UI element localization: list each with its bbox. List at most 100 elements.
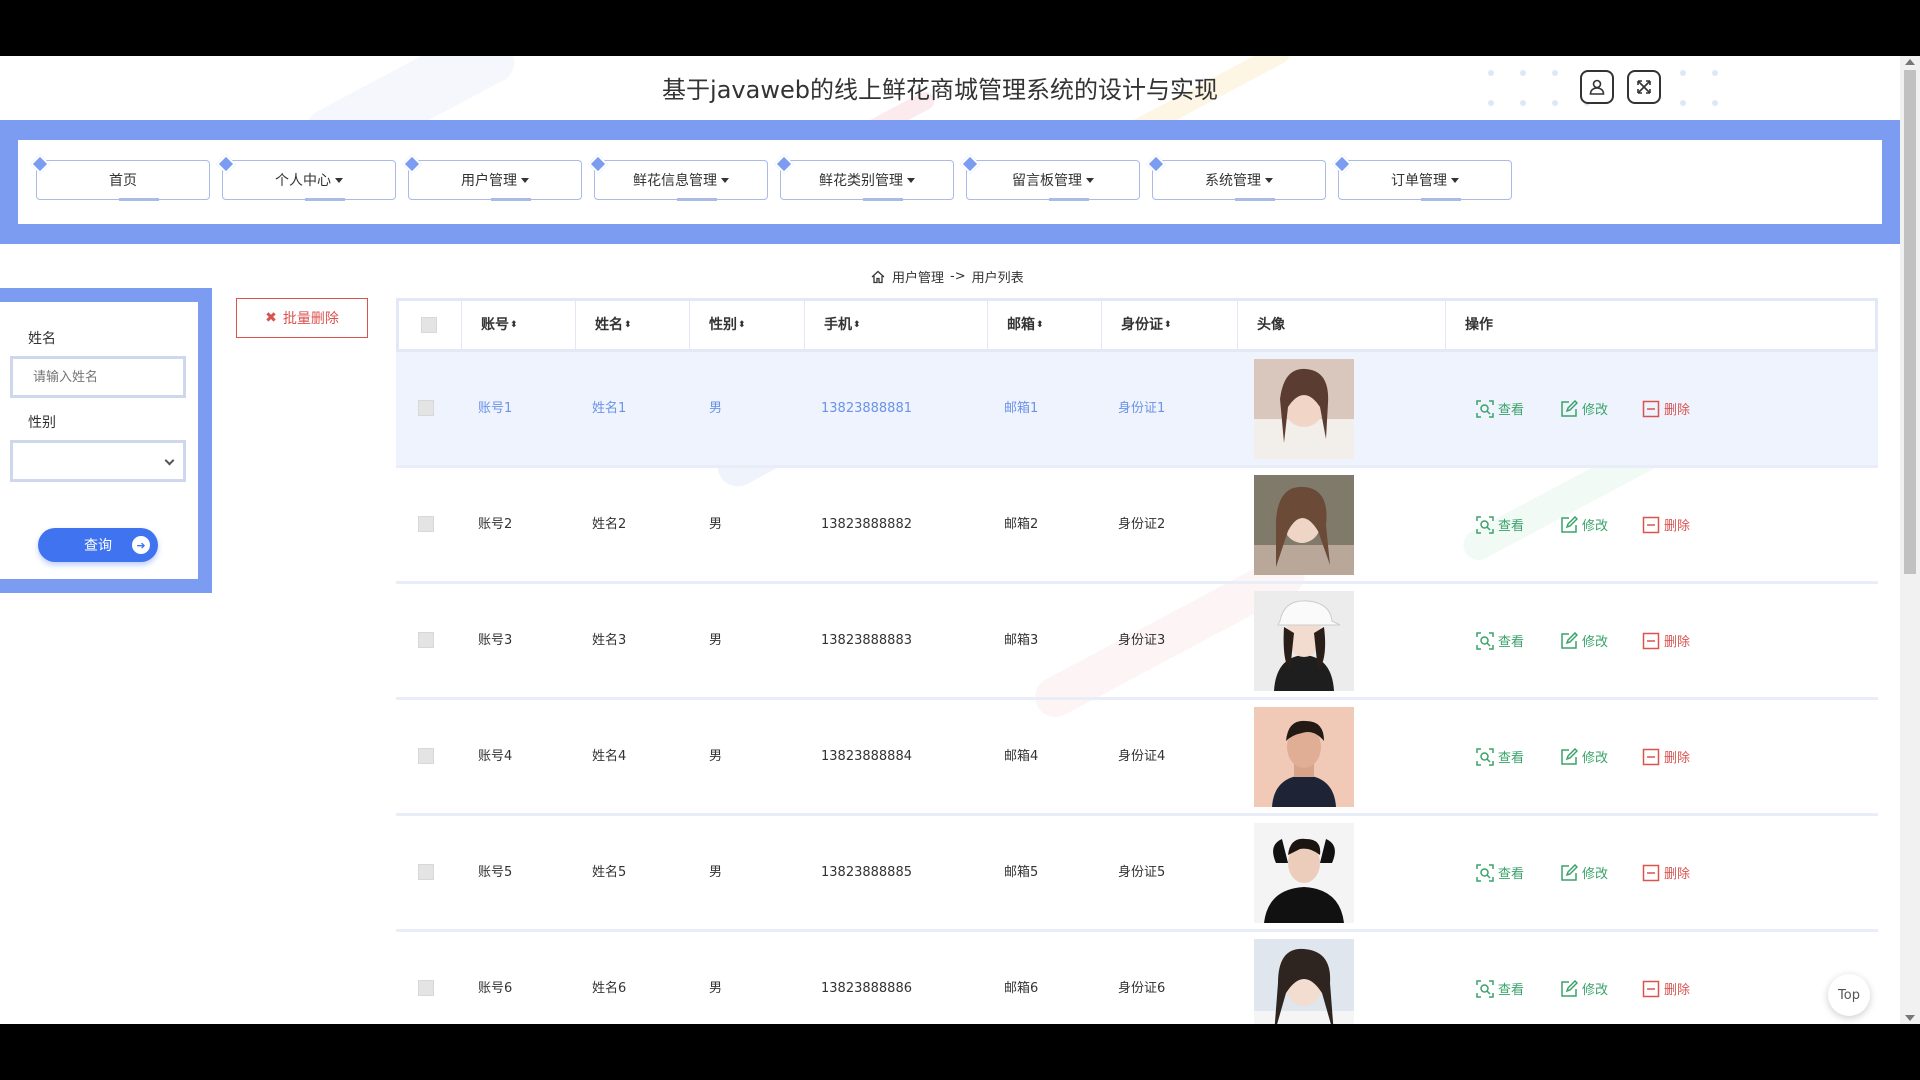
cell-gender: 男 [709,749,723,764]
cell-idcard: 身份证6 [1118,981,1166,996]
back-to-top-button[interactable]: Top [1828,974,1870,1016]
column-header-idcard[interactable]: 身份证⬍ [1121,301,1172,349]
view-button[interactable]: 查看 [1476,468,1524,581]
nav-item-system[interactable]: 系统管理 [1152,160,1326,201]
row-checkbox[interactable] [418,980,434,996]
edit-button[interactable]: 修改 [1560,700,1608,813]
column-divider [461,301,462,349]
edit-button[interactable]: 修改 [1560,816,1608,929]
cell-idcard: 身份证4 [1118,749,1166,764]
delete-button[interactable]: 删除 [1642,816,1690,929]
cell-phone: 13823888884 [821,749,912,764]
delete-button[interactable]: 删除 [1642,584,1690,697]
view-label: 查看 [1498,519,1525,534]
row-checkbox[interactable] [418,864,434,880]
sort-icon: ⬍ [853,320,861,330]
edit-button[interactable]: 修改 [1560,352,1608,465]
view-button[interactable]: 查看 [1476,352,1524,465]
avatar-image [1254,939,1354,1024]
select-all-checkbox[interactable] [421,317,437,333]
delete-button[interactable]: 删除 [1642,468,1690,581]
caret-down-icon [335,177,343,183]
nav-item-user-management[interactable]: 用户管理 [408,160,582,201]
table-row[interactable]: 账号6 姓名6 男 13823888886 邮箱6 身份证6 查看 修改 删除 [396,932,1878,1024]
table-row[interactable]: 账号3 姓名3 男 13823888883 邮箱3 身份证3 查看 修改 删除 [396,584,1878,700]
nav-item-label: 个人中心 [275,173,331,189]
column-header-email[interactable]: 邮箱⬍ [1007,301,1044,349]
column-header-phone[interactable]: 手机⬍ [824,301,861,349]
edit-button[interactable]: 修改 [1560,932,1608,1024]
edit-button[interactable]: 修改 [1560,468,1608,581]
cell-phone: 13823888885 [821,865,912,880]
scroll-down-icon[interactable] [1905,1015,1915,1021]
user-icon [1589,79,1605,95]
cell-email: 邮箱6 [1004,981,1039,996]
cell-idcard: 身份证1 [1118,401,1166,416]
table-row[interactable]: 账号2 姓名2 男 13823888882 邮箱2 身份证2 查看 修改 删除 [396,468,1878,584]
cell-gender: 男 [709,633,723,648]
nav-item-label: 鲜花信息管理 [633,173,717,189]
row-checkbox[interactable] [418,400,434,416]
scrollbar-thumb[interactable] [1904,70,1916,574]
search-panel: 姓名 性别 查询 ➜ [0,288,212,593]
scroll-up-icon[interactable] [1905,59,1915,65]
page-header: 基于javaweb的线上鲜花商城管理系统的设计与实现 [0,56,1900,120]
name-label: 姓名 [28,331,56,347]
row-checkbox[interactable] [418,632,434,648]
table-row[interactable]: 账号5 姓名5 男 13823888885 邮箱5 身份证5 查看 修改 删除 [396,816,1878,932]
view-button[interactable]: 查看 [1476,584,1524,697]
main-nav: 首页 个人中心 用户管理 鲜花信息管理 鲜花类别管理 留言板管理 系统管理 订单… [0,120,1900,244]
cell-idcard: 身份证5 [1118,865,1166,880]
breadcrumb-parent[interactable]: 用户管理 [892,267,944,286]
row-checkbox[interactable] [418,748,434,764]
name-input[interactable] [10,356,186,398]
caret-down-icon [1451,177,1459,183]
nav-item-message-board[interactable]: 留言板管理 [966,160,1140,201]
cell-phone: 13823888881 [821,401,912,416]
fullscreen-button[interactable] [1627,70,1661,104]
edit-button[interactable]: 修改 [1560,584,1608,697]
cell-gender: 男 [709,981,723,996]
caret-down-icon [907,177,915,183]
column-header-account[interactable]: 账号⬍ [481,301,518,349]
cell-name: 姓名3 [592,633,627,648]
view-icon [1476,979,1494,998]
query-button[interactable]: 查询 ➜ [38,528,158,562]
nav-item-flower-category[interactable]: 鲜花类别管理 [780,160,954,201]
view-icon [1476,863,1494,882]
edit-label: 修改 [1582,867,1609,882]
column-header-label: 头像 [1257,317,1285,333]
delete-button[interactable]: 删除 [1642,352,1690,465]
edit-label: 修改 [1582,519,1609,534]
table-row[interactable]: 账号4 姓名4 男 13823888884 邮箱4 身份证4 查看 修改 删除 [396,700,1878,816]
nav-item-personal-center[interactable]: 个人中心 [222,160,396,201]
delete-icon [1642,516,1660,533]
breadcrumb-current: 用户列表 [971,271,1024,286]
column-header-name[interactable]: 姓名⬍ [595,301,632,349]
fullscreen-icon [1637,80,1651,94]
batch-delete-button[interactable]: ✖ 批量删除 [236,298,368,338]
user-button[interactable] [1580,70,1614,104]
view-button[interactable]: 查看 [1476,932,1524,1024]
vertical-scrollbar[interactable] [1900,56,1920,1024]
column-header-label: 身份证 [1121,317,1163,333]
nav-item-orders[interactable]: 订单管理 [1338,160,1512,201]
nav-item-home[interactable]: 首页 [36,160,210,201]
table-row[interactable]: 账号1 姓名1 男 13823888881 邮箱1 身份证1 查看 修改 删除 [396,352,1878,468]
view-icon [1476,399,1494,418]
view-label: 查看 [1498,403,1525,418]
view-button[interactable]: 查看 [1476,700,1524,813]
delete-button[interactable]: 删除 [1642,932,1690,1024]
nav-item-flower-info[interactable]: 鲜花信息管理 [594,160,768,201]
view-button[interactable]: 查看 [1476,816,1524,929]
query-button-label: 查询 [84,538,112,554]
app-window: 基于javaweb的线上鲜花商城管理系统的设计与实现 首页 个人中心 用户管理 … [0,56,1920,1024]
column-header-gender[interactable]: 性别⬍ [709,301,746,349]
row-checkbox[interactable] [418,516,434,532]
edit-label: 修改 [1582,751,1609,766]
nav-item-label: 鲜花类别管理 [819,173,903,189]
delete-button[interactable]: 删除 [1642,700,1690,813]
caret-down-icon [521,177,529,183]
gender-select[interactable] [10,440,186,482]
close-icon: ✖ [265,310,277,326]
